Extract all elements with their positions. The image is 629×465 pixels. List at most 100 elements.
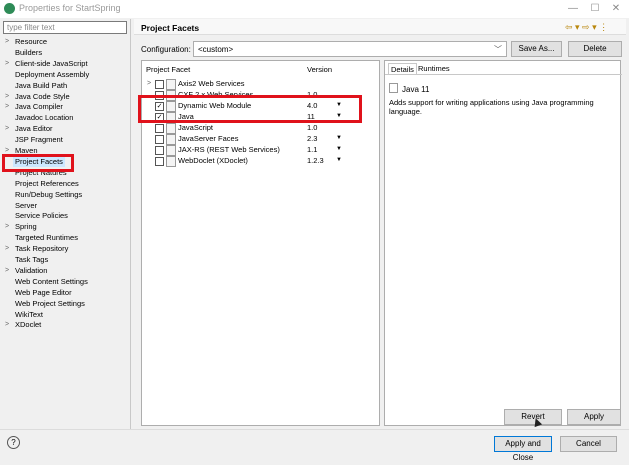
facet-row[interactable]: WebDoclet (XDoclet) 1.2.3 ▼ — [142, 155, 381, 167]
sidebar-item[interactable]: > Task Repository — [0, 243, 128, 254]
sash-divider[interactable] — [130, 19, 131, 429]
sidebar-item-label: Validation — [15, 265, 48, 275]
sidebar-item[interactable]: Builders — [0, 47, 128, 58]
sidebar-item-label: Web Content Settings — [15, 276, 88, 286]
history-nav-icons[interactable]: ⇦ ▾ ⇨ ▾ ⋮ — [565, 22, 608, 33]
expand-arrow-icon[interactable]: > — [5, 319, 9, 330]
save-as-button[interactable]: Save As... — [511, 41, 562, 57]
footer-divider — [0, 429, 629, 430]
sidebar-item[interactable]: Task Tags — [0, 254, 128, 265]
expand-arrow-icon[interactable]: > — [5, 91, 9, 102]
sidebar-item[interactable]: Service Policies — [0, 210, 128, 221]
sidebar-item[interactable]: JSP Fragment — [0, 134, 128, 145]
sidebar-item[interactable]: > Java Compiler — [0, 101, 128, 112]
tab-divider — [385, 74, 622, 75]
sidebar-item[interactable]: > XDoclet — [0, 319, 128, 330]
cancel-button[interactable]: Cancel — [560, 436, 617, 452]
facet-version[interactable]: 2.3 — [307, 133, 317, 144]
sidebar-item-label: Javadoc Location — [15, 113, 74, 123]
sidebar-item-label: Web Page Editor — [15, 287, 72, 297]
sidebar-item[interactable]: Server — [0, 200, 128, 211]
panel-header — [134, 19, 626, 35]
help-icon[interactable]: ? — [7, 436, 20, 449]
facet-highlight-box — [138, 95, 362, 123]
column-header-facet: Project Facet — [146, 65, 191, 74]
sidebar-item[interactable]: Java Build Path — [0, 80, 128, 91]
expand-arrow-icon[interactable]: > — [5, 36, 9, 47]
expand-arrow-icon[interactable]: > — [5, 265, 9, 276]
page-title: Project Facets — [141, 23, 200, 33]
apply-and-close-button[interactable]: Apply and Close — [494, 436, 552, 462]
sidebar-item[interactable]: > Client-side JavaScript — [0, 58, 128, 69]
facet-row[interactable]: JavaScript 1.0 — [142, 122, 381, 134]
sidebar-item-label: Run/Debug Settings — [15, 189, 83, 199]
window-title: Properties for StartSpring — [19, 3, 121, 13]
facet-icon — [166, 156, 176, 167]
sidebar-item-label: Task Repository — [15, 244, 69, 254]
close-button[interactable]: ✕ — [609, 2, 623, 15]
sidebar-item[interactable]: Deployment Assembly — [0, 69, 128, 80]
java-facet-icon — [389, 83, 398, 93]
facet-name: JavaScript — [178, 123, 214, 132]
sidebar-item-label: Java Compiler — [15, 102, 63, 112]
version-dropdown-icon[interactable]: ▼ — [336, 144, 342, 155]
version-dropdown-icon[interactable]: ▼ — [336, 133, 342, 144]
delete-button[interactable]: Delete — [568, 41, 622, 57]
facet-row[interactable]: > Axis2 Web Services — [142, 78, 381, 90]
sidebar-item[interactable]: Javadoc Location — [0, 112, 128, 123]
expand-arrow-icon[interactable]: > — [5, 123, 9, 134]
sidebar-item[interactable]: Web Page Editor — [0, 287, 128, 298]
expand-arrow-icon[interactable]: > — [5, 221, 9, 232]
expand-arrow-icon[interactable]: > — [5, 101, 9, 112]
expand-arrow-icon[interactable]: > — [147, 78, 151, 89]
minimize-button[interactable]: — — [566, 2, 580, 15]
tab-runtimes[interactable]: Runtimes — [416, 63, 452, 74]
maximize-button[interactable]: ☐ — [588, 2, 602, 15]
details-panel: Details Runtimes Java 11 Adds support fo… — [384, 60, 622, 426]
filter-input[interactable]: type filter text — [3, 21, 127, 34]
facet-version[interactable]: 1.2.3 — [307, 155, 324, 166]
configuration-select[interactable]: <custom> ﹀ — [193, 41, 507, 57]
sidebar-item[interactable]: > Spring — [0, 221, 128, 232]
chevron-down-icon: ﹀ — [494, 45, 502, 54]
expand-arrow-icon[interactable]: > — [5, 58, 9, 69]
facet-checkbox[interactable] — [155, 146, 164, 155]
apply-button[interactable]: Apply — [567, 409, 621, 425]
sidebar-item[interactable]: > Resource — [0, 36, 128, 47]
facet-row[interactable]: JAX-RS (REST Web Services) 1.1 ▼ — [142, 144, 381, 156]
facet-name: JavaServer Faces — [178, 134, 239, 143]
sidebar-item[interactable]: > Java Code Style — [0, 91, 128, 102]
facet-name: Axis2 Web Services — [178, 79, 245, 88]
sidebar-item-label: Resource — [15, 37, 48, 46]
version-dropdown-icon[interactable]: ▼ — [336, 155, 342, 166]
sidebar-item[interactable]: Web Content Settings — [0, 276, 128, 287]
sidebar-item[interactable]: WikiText — [0, 309, 128, 320]
sidebar-item[interactable]: Web Project Settings — [0, 298, 128, 309]
facet-row[interactable]: JavaServer Faces 2.3 ▼ — [142, 133, 381, 145]
filter-placeholder: type filter text — [7, 23, 55, 32]
facet-checkbox[interactable] — [155, 124, 164, 133]
facet-checkbox[interactable] — [155, 80, 164, 89]
sidebar-item-label: Task Tags — [15, 255, 49, 264]
sidebar-item-label: Server — [15, 200, 38, 210]
facet-version[interactable]: 1.1 — [307, 144, 317, 155]
sidebar-item[interactable]: > Validation — [0, 265, 128, 276]
sidebar-item[interactable]: Run/Debug Settings — [0, 189, 128, 200]
sidebar-item-label: Service Policies — [15, 211, 68, 221]
eclipse-app-icon — [4, 3, 15, 14]
sidebar-item[interactable]: Targeted Runtimes — [0, 232, 128, 243]
facet-version[interactable]: 1.0 — [307, 122, 317, 133]
sidebar-item-label: JSP Fragment — [15, 135, 63, 145]
details-title-text: Java 11 — [402, 85, 430, 94]
sidebar-item-label: XDoclet — [15, 320, 42, 330]
sidebar-item[interactable]: > Java Editor — [0, 123, 128, 134]
configuration-value: <custom> — [198, 45, 234, 54]
sidebar-item[interactable]: Project References — [0, 178, 128, 189]
facet-checkbox[interactable] — [155, 157, 164, 166]
expand-arrow-icon[interactable]: > — [5, 243, 9, 254]
facet-checkbox[interactable] — [155, 135, 164, 144]
sidebar-item-label: Deployment Assembly — [15, 69, 90, 79]
details-description: Adds support for writing applications us… — [389, 98, 594, 116]
sidebar-item-label: Java Code Style — [15, 91, 70, 101]
sidebar-item-label: Java Editor — [15, 124, 53, 134]
